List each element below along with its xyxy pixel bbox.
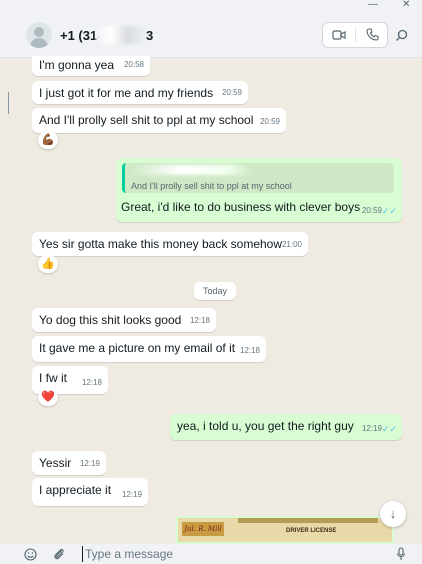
message-time: 20:59 <box>221 88 242 97</box>
message-reaction[interactable]: ❤️ <box>38 388 58 406</box>
message-incoming[interactable]: Yo dog this shit looks good 12:18 <box>32 308 216 332</box>
message-text: I'm gonna yea <box>39 58 115 72</box>
message-text: And I'll prolly sell shit to ppl at my s… <box>39 113 254 127</box>
video-call-button[interactable] <box>323 23 355 47</box>
date-separator: Today <box>194 282 236 300</box>
voice-call-button[interactable] <box>356 23 388 47</box>
message-incoming[interactable]: It gave me a picture on my email of it 1… <box>32 336 266 362</box>
chat-header: +1 (314 3 <box>0 14 422 58</box>
message-incoming[interactable]: I appreciate it 12:19 <box>32 478 148 506</box>
resize-handle[interactable] <box>8 92 9 114</box>
license-title: DRIVER LICENSE <box>286 528 337 534</box>
window-titlebar: — ✕ <box>0 0 422 14</box>
close-window-icon[interactable]: ✕ <box>402 0 410 10</box>
message-time: 12:19 <box>79 459 100 468</box>
read-ticks-icon: ✓✓ <box>381 424 397 434</box>
image-attachment[interactable]: Jul. R. Mill DRIVER LICENSE <box>176 516 394 544</box>
minimize-window-icon[interactable]: — <box>368 0 378 10</box>
message-time: 20:59 <box>361 206 382 215</box>
message-time: 12:18 <box>239 346 260 355</box>
message-incoming[interactable]: I just got it for me and my friends 20:5… <box>32 81 248 104</box>
message-text: I appreciate it <box>39 483 112 497</box>
avatar-head-shape <box>34 27 44 37</box>
contact-avatar[interactable] <box>26 22 52 48</box>
message-text: It gave me a picture on my email of it <box>39 341 236 355</box>
quoted-text: And I'll prolly sell shit to ppl at my s… <box>131 181 292 191</box>
message-time: 20:59 <box>259 117 280 126</box>
license-header-band <box>238 518 378 523</box>
quoted-author-blur <box>131 165 251 175</box>
message-composer <box>0 544 422 564</box>
scroll-to-bottom-button[interactable]: ↓ <box>380 501 406 527</box>
message-text: I just got it for me and my friends <box>39 86 214 100</box>
message-incoming[interactable]: I'm gonna yea 20:58 <box>32 56 150 76</box>
call-buttons-group <box>322 22 388 48</box>
message-input[interactable] <box>82 546 352 562</box>
search-icon[interactable] <box>395 29 408 42</box>
emoji-icon[interactable] <box>24 548 37 561</box>
message-text: Yessir <box>39 456 72 470</box>
message-text: Yo dog this shit looks good <box>39 313 182 327</box>
microphone-icon[interactable] <box>396 547 406 561</box>
message-reaction[interactable]: 💪🏾 <box>38 131 58 149</box>
quoted-reply[interactable]: And I'll prolly sell shit to ppl at my s… <box>122 163 394 193</box>
message-outgoing[interactable]: And I'll prolly sell shit to ppl at my s… <box>116 158 402 222</box>
video-camera-icon <box>332 30 346 40</box>
message-time: 12:18 <box>81 378 102 387</box>
attach-icon[interactable] <box>53 547 65 561</box>
arrow-down-icon: ↓ <box>389 506 397 521</box>
message-reaction[interactable]: 👍 <box>38 255 58 273</box>
message-text: Yes sir gotta make this money back someh… <box>39 237 283 251</box>
message-time: 12:19 <box>361 424 382 433</box>
contact-name-suffix: 3 <box>146 28 154 43</box>
message-time: 21:00 <box>281 240 302 249</box>
phone-icon <box>366 28 379 41</box>
read-ticks-icon: ✓✓ <box>381 206 397 216</box>
message-outgoing[interactable]: yea, i told u, you get the right guy 12:… <box>170 414 402 440</box>
message-text: I fw it <box>39 371 68 385</box>
message-text: Great, i'd like to do business with clev… <box>121 200 361 214</box>
message-time: 12:19 <box>121 490 142 499</box>
message-text: yea, i told u, you get the right guy <box>177 419 354 433</box>
message-time: 20:58 <box>123 60 144 69</box>
message-incoming[interactable]: Yessir 12:19 <box>32 451 106 475</box>
avatar-body-shape <box>30 38 48 48</box>
license-signature: Jul. R. Mill <box>182 522 224 536</box>
message-incoming[interactable]: And I'll prolly sell shit to ppl at my s… <box>32 108 286 133</box>
message-time: 12:18 <box>189 316 210 325</box>
message-incoming[interactable]: Yes sir gotta make this money back someh… <box>32 232 308 256</box>
redacted-number-blur <box>96 26 148 44</box>
